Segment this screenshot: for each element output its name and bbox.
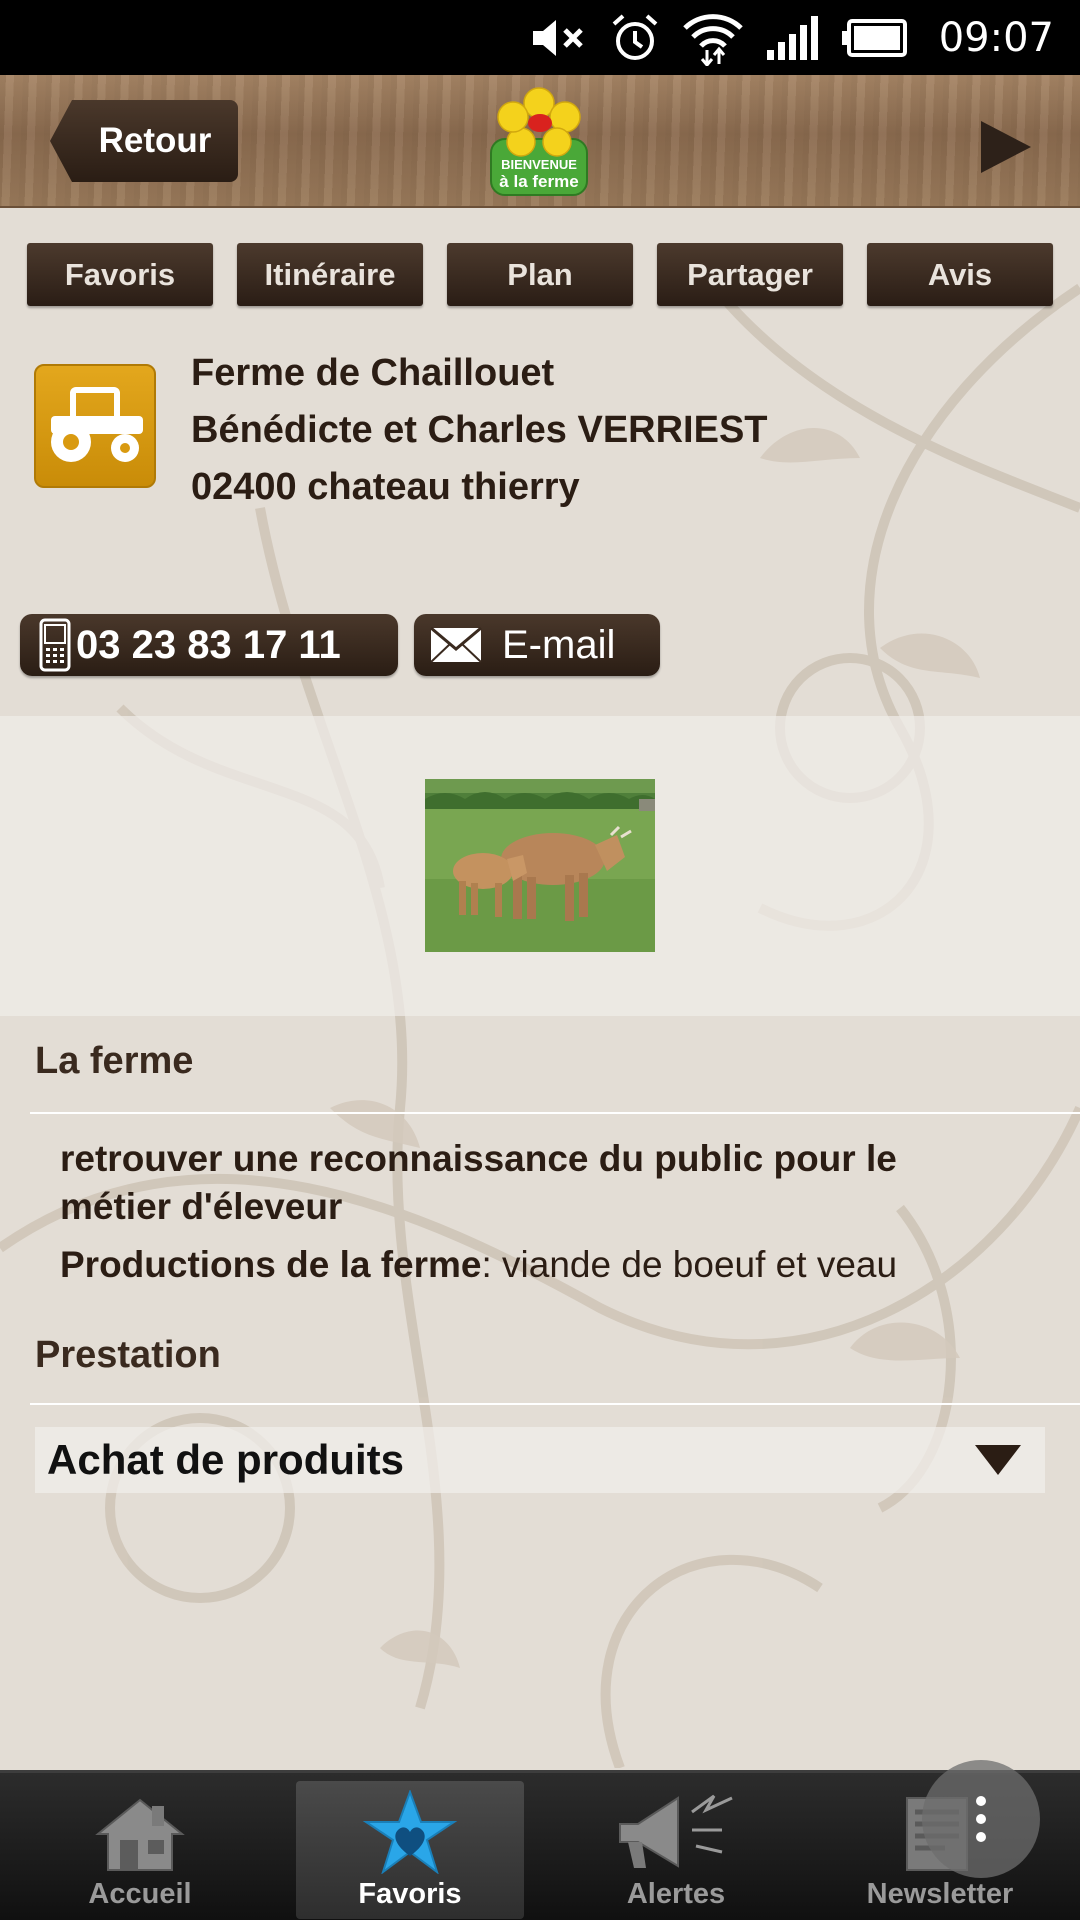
tab-favoris[interactable]: Favoris — [27, 243, 213, 306]
farm-info: Ferme de Chaillouet Bénédicte et Charles… — [191, 345, 1071, 516]
megaphone-icon — [619, 1794, 733, 1868]
status-bar: 09:07 — [0, 0, 1080, 75]
tractor-icon — [34, 364, 156, 488]
farm-productions: Productions de la ferme: viande de boeuf… — [60, 1244, 897, 1286]
svg-text:à la ferme: à la ferme — [499, 172, 578, 191]
section-title-prestation: Prestation — [35, 1334, 221, 1376]
app-header: Retour BIENVENUE à la ferme — [0, 75, 1080, 208]
nav-label-newsletter: Newsletter — [866, 1878, 1014, 1910]
house-icon — [95, 1798, 185, 1871]
next-arrow-icon[interactable] — [977, 119, 1033, 175]
section-title-la-ferme: La ferme — [35, 1040, 194, 1082]
call-button[interactable]: 03 23 83 17 11 — [20, 614, 398, 676]
prestation-dropdown[interactable]: Achat de produits — [35, 1427, 1045, 1493]
battery-icon — [841, 18, 907, 57]
nav-item-favoris[interactable]: Favoris — [296, 1781, 524, 1919]
email-button[interactable]: E-mail — [414, 614, 660, 676]
alarm-icon — [612, 14, 658, 60]
productions-value: : viande de boeuf et veau — [481, 1244, 898, 1285]
tab-avis[interactable]: Avis — [867, 243, 1053, 306]
nav-item-accueil[interactable]: Accueil — [26, 1781, 254, 1919]
status-time: 09:07 — [938, 14, 1054, 61]
productions-label: Productions de la ferme — [60, 1244, 482, 1285]
bottom-navigation: Accueil Favoris Alertes Newsletter — [0, 1770, 1080, 1920]
envelope-icon — [430, 627, 482, 663]
bienvenue-a-la-ferme-logo: BIENVENUE à la ferme — [490, 87, 588, 196]
phone-icon — [39, 618, 71, 672]
action-tabs: Favoris Itinéraire Plan Partager Avis — [27, 243, 1053, 306]
nav-item-alertes[interactable]: Alertes — [562, 1781, 790, 1919]
star-heart-icon — [362, 1790, 458, 1874]
signal-icon — [766, 15, 818, 60]
tab-plan[interactable]: Plan — [447, 243, 633, 306]
section-divider — [30, 1403, 1080, 1405]
farm-name: Ferme de Chaillouet — [191, 352, 555, 394]
wifi-icon — [682, 13, 743, 66]
email-label: E-mail — [502, 622, 616, 667]
farm-photo[interactable] — [425, 779, 655, 952]
nav-label-alertes: Alertes — [626, 1878, 726, 1910]
section-divider — [30, 1112, 1080, 1114]
tab-itineraire[interactable]: Itinéraire — [237, 243, 423, 306]
farm-owners: Bénédicte et Charles VERRIEST — [191, 409, 768, 451]
mute-icon — [532, 19, 583, 56]
nav-label-accueil: Accueil — [88, 1878, 192, 1910]
tab-partager[interactable]: Partager — [657, 243, 843, 306]
triangle-down-icon — [975, 1445, 1021, 1475]
back-button[interactable]: Retour — [50, 100, 238, 182]
phone-number: 03 23 83 17 11 — [76, 622, 341, 667]
farm-description-line1: retrouver une reconnaissance du public p… — [60, 1138, 897, 1179]
svg-text:BIENVENUE: BIENVENUE — [501, 157, 577, 172]
overflow-menu-button[interactable] — [922, 1760, 1040, 1878]
more-vertical-icon — [976, 1796, 986, 1842]
farm-description-line2: métier d'éleveur — [60, 1186, 343, 1227]
farm-address: 02400 chateau thierry — [191, 466, 580, 508]
nav-label-favoris: Favoris — [358, 1878, 462, 1910]
dropdown-selected-value: Achat de produits — [47, 1436, 405, 1483]
